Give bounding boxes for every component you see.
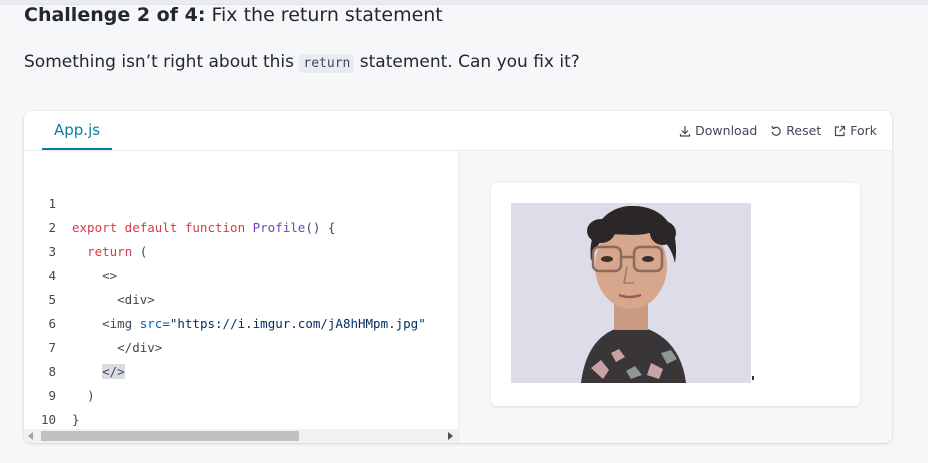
code-lines: 1 export default function Profile() { 2 …: [24, 168, 426, 427]
code-line: 9 }: [24, 360, 84, 427]
jsx-tag-token: <img: [102, 316, 133, 331]
sandbox-header: App.js Download Reset Fork: [24, 111, 892, 151]
code-line: 1 export default function Profile() {: [24, 168, 335, 235]
highlighted-fragment-close-token: </>: [102, 364, 125, 379]
reset-icon: [771, 125, 782, 136]
jsx-tag-token: <div>: [117, 292, 155, 307]
fork-label: Fork: [850, 123, 877, 138]
sandbox-actions: Download Reset Fork: [679, 111, 877, 150]
function-name-token: Profile: [252, 220, 306, 235]
code-editor[interactable]: 1 export default function Profile() { 2 …: [24, 151, 459, 429]
code-line: 6 </div>: [24, 288, 162, 355]
description-text-after: statement. Can you fix it?: [354, 52, 580, 72]
line-content: <div>: [72, 288, 155, 312]
keyword-token: return: [87, 244, 133, 259]
fork-button[interactable]: Fork: [834, 123, 877, 138]
code-line: 2 return (: [24, 192, 147, 259]
portrait-image: [511, 203, 751, 383]
scroll-right-arrow-icon[interactable]: [448, 432, 453, 440]
challenge-name: Fix the return statement: [211, 4, 443, 26]
download-icon: [680, 125, 691, 137]
code-line: 5 <img src="https://i.imgur.com/jA8hHMpm…: [24, 264, 425, 331]
code-line: 8 ): [24, 336, 94, 403]
tab-app-js[interactable]: App.js: [42, 111, 113, 150]
code-sandbox: App.js Download Reset Fork 1 export defa…: [24, 111, 892, 443]
reset-button[interactable]: Reset: [770, 123, 821, 138]
download-button[interactable]: Download: [679, 123, 757, 138]
string-token: "https://i.imgur.com/jA8hHMpm.jpg": [169, 316, 426, 331]
punctuation-token: =: [162, 316, 170, 331]
description-text-before: Something isn’t right about this: [24, 52, 300, 72]
challenge-title: Challenge 2 of 4: Fix the return stateme…: [24, 4, 443, 26]
line-content: <img src="https://i.imgur.com/jA8hHMpm.j…: [72, 312, 426, 336]
code-line: 4 <div>: [24, 240, 154, 307]
horizontal-scrollbar[interactable]: [24, 429, 459, 443]
download-label: Download: [695, 123, 758, 138]
scroll-left-arrow-icon[interactable]: [28, 432, 33, 440]
external-link-icon: [835, 125, 846, 136]
punctuation-token: () {: [305, 220, 336, 235]
punctuation-token: (: [132, 244, 148, 259]
code-line: 10: [24, 384, 84, 427]
scrollbar-thumb[interactable]: [41, 431, 299, 441]
challenge-counter: Challenge 2 of 4:: [24, 4, 206, 26]
reset-label: Reset: [786, 123, 822, 138]
stray-mark: [752, 376, 754, 380]
inline-code-return: return: [299, 54, 355, 73]
jsx-tag-token: </div>: [117, 340, 163, 355]
code-line: 7 </>: [24, 312, 125, 379]
line-content: </div>: [72, 336, 162, 360]
code-line: 3 <>: [24, 216, 117, 283]
jsx-tag-token: <>: [102, 268, 118, 283]
challenge-description: Something isn’t right about this return …: [24, 52, 580, 73]
keyword-token: export default function: [72, 220, 246, 235]
preview-pane: [459, 151, 892, 443]
profile-photo: [511, 203, 751, 383]
line-content: export default function Profile() {: [72, 216, 335, 240]
preview-card: [491, 183, 860, 406]
punctuation-token: ): [87, 388, 95, 403]
attribute-token: src: [139, 316, 163, 331]
